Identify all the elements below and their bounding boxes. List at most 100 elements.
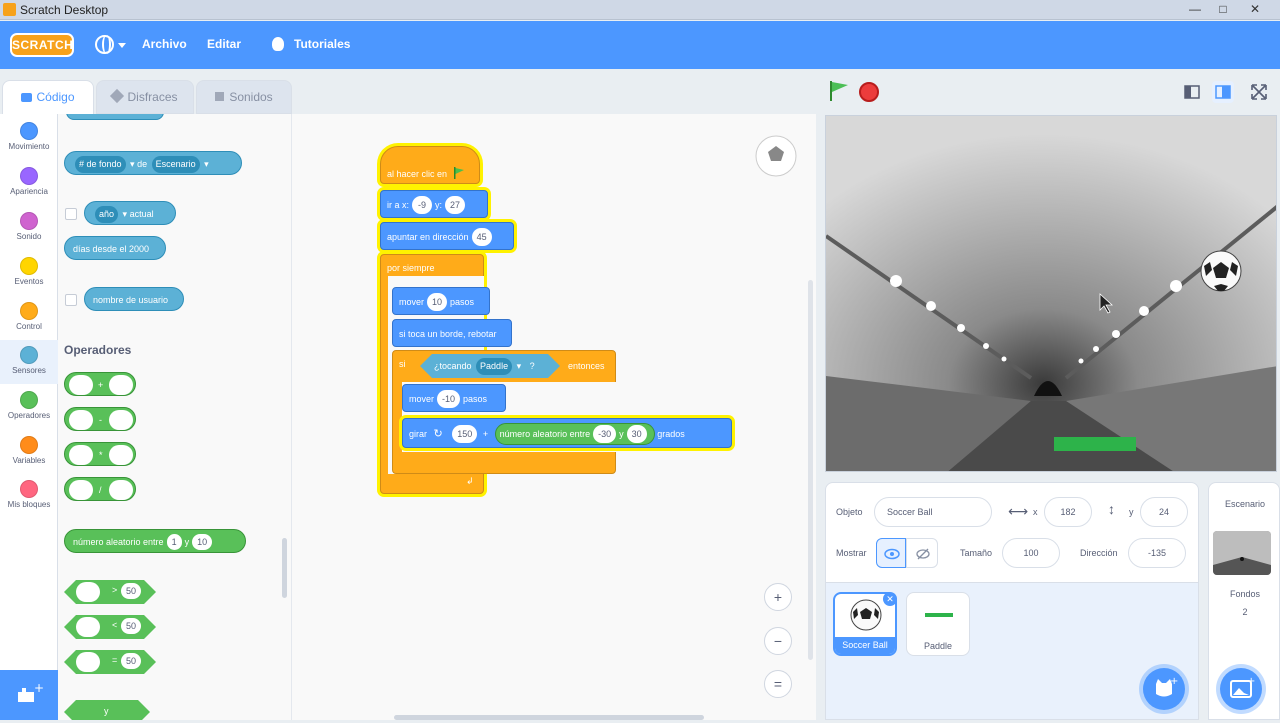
sprite-size-input[interactable]: 100 <box>1002 538 1060 568</box>
category-variables[interactable]: Variables <box>0 436 58 465</box>
palette-op-subtract[interactable]: - <box>64 407 136 431</box>
tab-sonidos-label: Sonidos <box>229 90 273 104</box>
block-palette: # de fondo ▾ de Escenario ▾ año ▾ actual… <box>58 114 292 720</box>
tab-disfraces-label: Disfraces <box>127 90 178 104</box>
move-steps-input[interactable]: 10 <box>427 293 448 311</box>
category-eventos[interactable]: Eventos <box>0 257 58 286</box>
menu-editar[interactable]: Editar <box>207 37 241 51</box>
menu-tutoriales[interactable]: Tutoriales <box>294 37 350 51</box>
small-stage-button[interactable] <box>1181 81 1203 103</box>
maximize-button[interactable]: □ <box>1210 1 1236 18</box>
hide-sprite-button[interactable] <box>906 538 938 568</box>
category-control[interactable]: Control <box>0 302 58 331</box>
direction-input[interactable]: 45 <box>471 228 492 246</box>
delete-sprite-icon[interactable]: ✕ <box>883 592 897 606</box>
choose-backdrop-button[interactable]: + <box>1220 668 1262 710</box>
random-from-input[interactable]: -30 <box>593 425 617 443</box>
add-extension-button[interactable]: + <box>0 670 58 720</box>
sprite-name-input[interactable]: Soccer Ball <box>874 497 992 527</box>
palette-op-random[interactable]: número aleatorio entre 1 y 10 <box>64 529 246 553</box>
zoom-out-button[interactable]: − <box>764 627 792 655</box>
palette-block-backdrop-of[interactable]: # de fondo ▾ de Escenario ▾ <box>64 151 242 175</box>
palette-op-less[interactable]: <50 <box>64 615 156 639</box>
scratch-logo[interactable]: SCRATCH <box>10 33 74 57</box>
block-move-steps-2[interactable]: mover -10 pasos <box>402 384 506 412</box>
block-point-in-direction[interactable]: apuntar en dirección 45 <box>380 222 514 250</box>
palette-block-partial[interactable] <box>66 114 164 120</box>
add-extension-icon: + <box>18 681 44 702</box>
backdrop-attr-dropdown[interactable]: # de fondo <box>75 156 126 173</box>
language-globe-icon[interactable] <box>95 35 114 54</box>
block-move-steps[interactable]: mover 10 pasos <box>392 287 490 315</box>
palette-block-days-since-2000[interactable]: días desde el 2000 <box>64 236 166 260</box>
green-flag-icon <box>453 167 464 179</box>
sprite-direction-input[interactable]: -135 <box>1128 538 1186 568</box>
palette-block-username[interactable]: nombre de usuario <box>84 287 184 311</box>
tab-disfraces[interactable]: Disfraces <box>96 80 194 114</box>
tab-sonidos[interactable]: Sonidos <box>196 80 292 114</box>
palette-op-greater[interactable]: >50 <box>64 580 156 604</box>
sprite-y-input[interactable]: 24 <box>1140 497 1188 527</box>
green-flag-button[interactable] <box>828 80 850 102</box>
category-sensores[interactable]: Sensores <box>0 340 58 384</box>
code-horizontal-scrollbar[interactable] <box>394 715 704 720</box>
escenario-dropdown[interactable]: Escenario <box>151 156 200 173</box>
stop-button[interactable] <box>859 82 879 102</box>
category-movimiento[interactable]: Movimiento <box>0 122 58 151</box>
palette-op-multiply[interactable]: * <box>64 442 136 466</box>
brush-icon <box>110 88 125 104</box>
category-operadores[interactable]: Operadores <box>0 391 58 420</box>
block-go-to-xy[interactable]: ir a x: -9 y: 27 <box>380 190 488 218</box>
year-dropdown[interactable]: año <box>95 206 119 223</box>
turn-degrees-input[interactable]: 150 <box>452 425 478 443</box>
tunnel-thumb-icon <box>1213 531 1271 575</box>
block-turn-degrees[interactable]: girar ↻ 150 + número aleatorio entre -30 y… <box>402 418 732 448</box>
palette-scrollbar[interactable] <box>282 538 287 598</box>
sprite-thumb-paddle[interactable]: Paddle <box>906 592 970 656</box>
palette-op-and[interactable]: y <box>64 700 150 720</box>
stage-canvas[interactable] <box>825 115 1277 472</box>
palette-op-divide[interactable]: / <box>64 477 136 501</box>
choose-sprite-button[interactable]: + <box>1143 668 1185 710</box>
fullscreen-button[interactable] <box>1248 81 1270 103</box>
large-stage-button[interactable] <box>1212 81 1234 103</box>
block-bounce-on-edge[interactable]: si toca un borde, rebotar <box>392 319 512 347</box>
block-touching-paddle[interactable]: ¿tocando Paddle ▾ ? <box>420 354 560 378</box>
year-checkbox[interactable] <box>65 208 77 220</box>
x-arrows-icon: ⟷ <box>1008 503 1029 519</box>
turn-right-icon: ↻ <box>433 428 443 440</box>
category-sonido[interactable]: Sonido <box>0 212 58 241</box>
palette-op-equal[interactable]: = 50 <box>64 650 156 674</box>
x-label: x <box>1033 507 1038 517</box>
touching-target-dropdown[interactable]: Paddle <box>476 358 512 375</box>
goto-y-input[interactable]: 27 <box>445 196 466 214</box>
code-vertical-scrollbar[interactable] <box>808 280 813 660</box>
palette-block-current-year[interactable]: año ▾ actual <box>84 201 176 225</box>
minimize-button[interactable]: — <box>1182 1 1208 18</box>
zoom-reset-button[interactable]: = <box>764 670 792 698</box>
y-arrows-icon: ↕ <box>1108 501 1115 517</box>
category-mis-bloques[interactable]: Mis bloques <box>0 480 58 509</box>
random-to-input[interactable]: 30 <box>626 425 647 443</box>
username-checkbox[interactable] <box>65 294 77 306</box>
zoom-in-button[interactable]: + <box>764 583 792 611</box>
palette-op-add[interactable]: + <box>64 372 136 396</box>
menu-archivo[interactable]: Archivo <box>142 37 187 51</box>
tunnel-backdrop <box>826 116 1276 471</box>
block-when-flag-clicked[interactable]: al hacer clic en <box>380 146 480 184</box>
direccion-label: Dirección <box>1080 548 1118 558</box>
escenario-label: Escenario <box>1224 499 1266 509</box>
close-button[interactable]: ✕ <box>1242 1 1268 18</box>
move-steps-2-input[interactable]: -10 <box>437 390 461 408</box>
category-apariencia[interactable]: Apariencia <box>0 167 58 196</box>
block-random-in-turn[interactable]: número aleatorio entre -30 y 30 <box>494 423 655 445</box>
goto-x-input[interactable]: -9 <box>412 196 433 214</box>
sprite-thumb-label: Paddle <box>923 641 953 651</box>
sprite-thumb-soccer-ball[interactable]: ✕ Soccer Ball <box>833 592 897 656</box>
backdrop-thumb[interactable] <box>1213 531 1271 575</box>
show-sprite-button[interactable] <box>876 538 906 568</box>
loop-arrow-icon: ↲ <box>466 476 474 486</box>
cat-add-icon: + <box>1156 676 1178 697</box>
sprite-x-input[interactable]: 182 <box>1044 497 1092 527</box>
tab-codigo[interactable]: Código <box>2 80 94 114</box>
